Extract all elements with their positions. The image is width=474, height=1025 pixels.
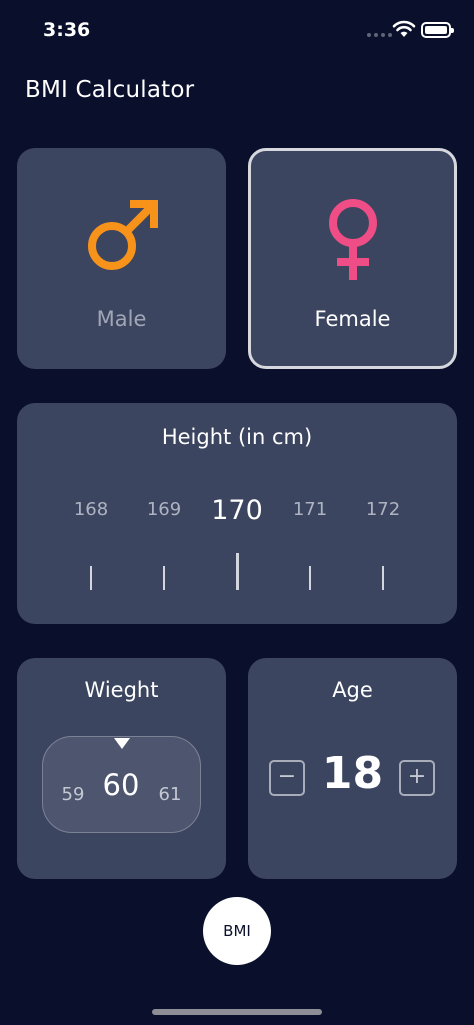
weight-option[interactable]: 59 — [53, 784, 93, 805]
wifi-icon — [392, 20, 416, 37]
ruler-tick — [163, 566, 165, 590]
status-time: 3:36 — [43, 19, 91, 41]
age-card: Age − 18 + — [248, 658, 457, 879]
calculate-bmi-button[interactable]: BMI — [203, 897, 271, 965]
height-title: Height (in cm) — [161, 425, 313, 449]
ruler-tick — [90, 566, 92, 590]
battery-icon — [421, 22, 454, 38]
cellular-signal-icon — [367, 33, 392, 37]
weight-title: Wieght — [84, 678, 159, 702]
ruler-tick — [382, 566, 384, 590]
female-symbol-icon — [328, 199, 377, 280]
home-indicator[interactable] — [152, 1009, 322, 1015]
page-title: BMI Calculator — [25, 77, 195, 103]
pointer-triangle-icon — [114, 738, 130, 749]
height-selected-value[interactable]: 170 — [207, 495, 267, 526]
age-title: Age — [332, 678, 373, 702]
height-option[interactable]: 169 — [134, 499, 194, 520]
height-option[interactable]: 168 — [61, 499, 121, 520]
male-card[interactable]: Male — [17, 148, 226, 369]
female-card[interactable]: Female — [248, 148, 457, 369]
male-symbol-icon — [87, 200, 158, 270]
status-bar: 3:36 — [0, 0, 474, 58]
male-label: Male — [96, 307, 147, 331]
weight-option[interactable]: 61 — [150, 784, 190, 805]
ruler-tick-selected — [236, 553, 239, 590]
weight-selected-value[interactable]: 60 — [91, 768, 151, 802]
height-option[interactable]: 171 — [280, 499, 340, 520]
weight-card: Wieght 59 60 61 — [17, 658, 226, 879]
age-increment-button[interactable]: + — [399, 760, 435, 796]
female-label: Female — [314, 307, 391, 331]
height-option[interactable]: 172 — [353, 499, 413, 520]
height-card: Height (in cm) 168 169 170 171 172 — [17, 403, 457, 624]
ruler-tick — [309, 566, 311, 590]
